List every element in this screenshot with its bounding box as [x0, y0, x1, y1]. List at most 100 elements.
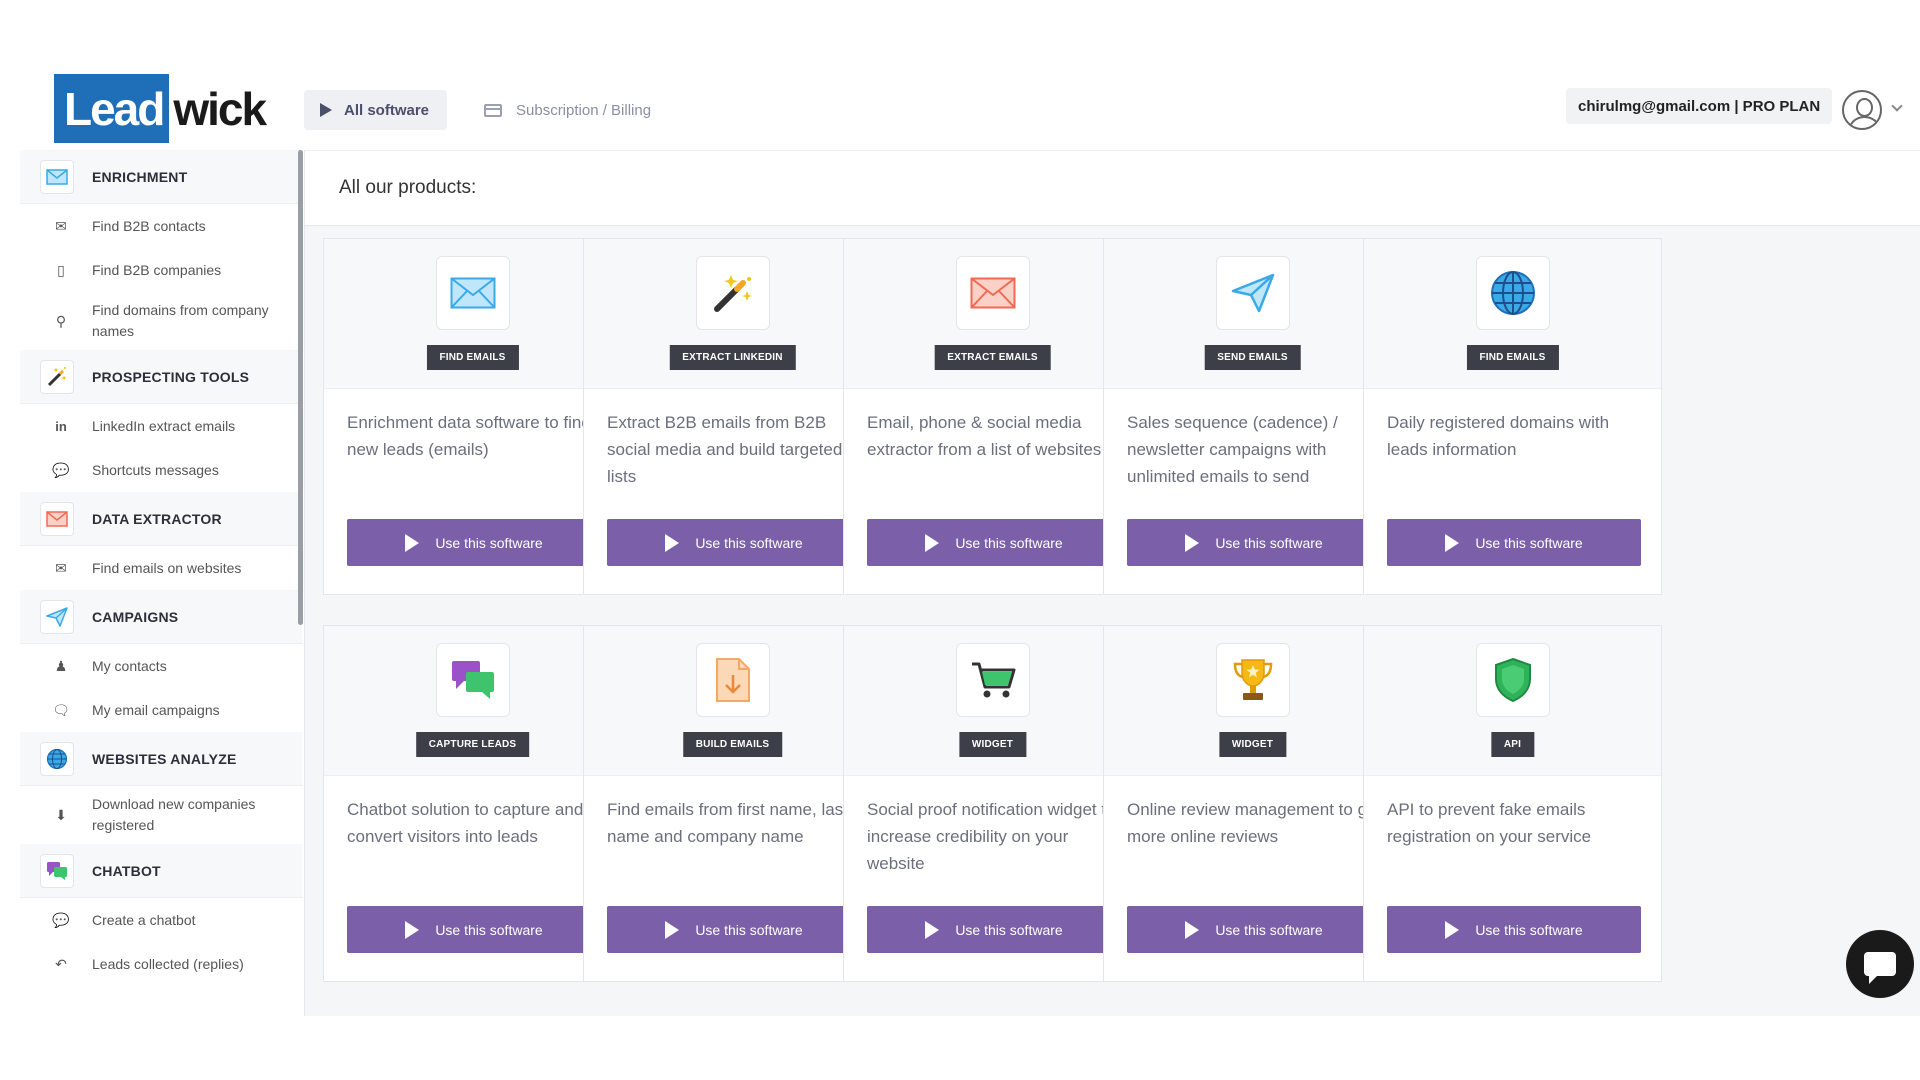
- sidebar-item-find-emails-websites[interactable]: ✉ Find emails on websites: [20, 546, 302, 590]
- sidebar-section-label: PROSPECTING TOOLS: [92, 368, 250, 385]
- logo-lead-text: Lead: [54, 74, 170, 143]
- use-software-label: Use this software: [435, 534, 543, 551]
- document-download-icon: [696, 643, 770, 717]
- envelope-icon: [40, 159, 74, 194]
- use-software-button[interactable]: Use this software: [1387, 519, 1641, 566]
- magic-wand-icon: [696, 256, 770, 330]
- sidebar-item-download-companies[interactable]: ⬇ Download new companies registered: [20, 786, 302, 844]
- use-software-label: Use this software: [955, 534, 1063, 551]
- shield-icon: [1476, 643, 1550, 717]
- product-card: FIND EMAILS Daily registered domains wit…: [1363, 238, 1662, 595]
- building-icon: ▯: [57, 261, 65, 278]
- play-icon: [925, 533, 940, 552]
- product-card: EXTRACT LINKEDIN Extract B2B emails from…: [583, 238, 882, 595]
- product-description: API to prevent fake emails registration …: [1387, 800, 1592, 846]
- use-software-button[interactable]: Use this software: [347, 519, 601, 566]
- product-description: Sales sequence (cadence) / newsletter ca…: [1127, 413, 1338, 486]
- use-software-button[interactable]: Use this software: [867, 906, 1121, 953]
- use-software-label: Use this software: [1215, 921, 1323, 938]
- sidebar-item-label: Leads collected (replies): [92, 955, 244, 972]
- envelope-icon: [436, 256, 510, 330]
- use-software-button[interactable]: Use this software: [867, 519, 1121, 566]
- sidebar-item-label: Find domains from company names: [92, 302, 269, 339]
- sidebar-section-campaigns[interactable]: CAMPAIGNS: [20, 590, 302, 644]
- use-software-button[interactable]: Use this software: [607, 519, 861, 566]
- account-plan-badge[interactable]: chirulmg@gmail.com | PRO PLAN: [1566, 88, 1833, 124]
- sidebar-item-find-b2b-companies[interactable]: ▯ Find B2B companies: [20, 248, 302, 292]
- use-software-label: Use this software: [1475, 534, 1583, 551]
- chevron-down-icon[interactable]: [1891, 100, 1903, 112]
- product-card: BUILD EMAILS Find emails from first name…: [583, 625, 882, 982]
- chat-bubbles-icon: [436, 643, 510, 717]
- sidebar-item-leads-collected[interactable]: ↶ Leads collected (replies): [20, 942, 302, 986]
- use-software-button[interactable]: Use this software: [1127, 906, 1381, 953]
- sidebar-item-label: Find emails on websites: [92, 559, 242, 576]
- sidebar-section-prospecting-tools[interactable]: PROSPECTING TOOLS: [20, 350, 302, 404]
- sidebar-section-label: DATA EXTRACTOR: [92, 510, 222, 527]
- use-software-button[interactable]: Use this software: [607, 906, 861, 953]
- sidebar-section-label: CAMPAIGNS: [92, 608, 179, 625]
- leadwick-logo[interactable]: Lead wick: [54, 74, 270, 143]
- nav-all-software[interactable]: All software: [304, 90, 448, 130]
- product-description: Social proof notification widget to incr…: [867, 800, 1116, 873]
- globe-icon: [1476, 256, 1550, 330]
- sidebar-item-label: Shortcuts messages: [92, 461, 219, 478]
- sidebar-item-label: LinkedIn extract emails: [92, 417, 236, 434]
- live-chat-button[interactable]: [1846, 930, 1914, 998]
- sidebar-section-data-extractor[interactable]: DATA EXTRACTOR: [20, 492, 302, 546]
- search-icon: ⚲: [55, 312, 67, 329]
- sidebar-item-find-b2b-contacts[interactable]: ✉ Find B2B contacts: [20, 204, 302, 248]
- product-description: Enrichment data software to find new lea…: [347, 413, 591, 459]
- account-label: chirulmg@gmail.com | PRO PLAN: [1578, 97, 1821, 115]
- use-software-label: Use this software: [435, 921, 543, 938]
- top-header: Lead wick All software Subscription / Bi…: [0, 0, 1920, 150]
- play-icon: [405, 533, 420, 552]
- product-description: Extract B2B emails from B2B social media…: [607, 413, 843, 486]
- play-icon: [665, 920, 680, 939]
- page-title: All our products:: [339, 177, 477, 198]
- product-tag: EXTRACT LINKEDIN: [669, 345, 796, 370]
- user-avatar[interactable]: [1842, 90, 1882, 130]
- sidebar-item-label: My email campaigns: [92, 701, 220, 718]
- nav-billing-label: Subscription / Billing: [516, 101, 652, 119]
- comment-icon: 💬: [52, 461, 70, 478]
- nav-all-software-label: All software: [344, 101, 430, 119]
- use-software-button[interactable]: Use this software: [347, 906, 601, 953]
- users-icon: ♟: [54, 657, 68, 674]
- sidebar-item-label: Download new companies registered: [92, 796, 256, 833]
- product-tag: CAPTURE LEADS: [415, 732, 530, 757]
- main-content: All our products: FIND EMAILS Enrichment…: [304, 150, 1920, 1016]
- sidebar-item-find-domains[interactable]: ⚲ Find domains from company names: [20, 292, 302, 350]
- product-card: CAPTURE LEADS Chatbot solution to captur…: [323, 625, 622, 982]
- product-card: FIND EMAILS Enrichment data software to …: [323, 238, 622, 595]
- sidebar-item-linkedin-extract[interactable]: in LinkedIn extract emails: [20, 404, 302, 448]
- sidebar-scrollbar[interactable]: [298, 150, 303, 625]
- product-description: Find emails from first name, last name a…: [607, 800, 848, 846]
- play-icon: [925, 920, 940, 939]
- paper-plane-icon: [1216, 256, 1290, 330]
- sidebar-item-my-contacts[interactable]: ♟ My contacts: [20, 644, 302, 688]
- reply-icon: ↶: [55, 955, 67, 972]
- comment-icon: 💬: [52, 911, 70, 928]
- use-software-label: Use this software: [1475, 921, 1583, 938]
- comments-icon: 🗨: [52, 701, 70, 718]
- sidebar-item-label: Find B2B contacts: [92, 217, 206, 234]
- globe-icon: [40, 741, 74, 776]
- sidebar-item-shortcuts-messages[interactable]: 💬 Shortcuts messages: [20, 448, 302, 492]
- nav-subscription-billing[interactable]: Subscription / Billing: [484, 90, 651, 130]
- sidebar-section-chatbot[interactable]: CHATBOT: [20, 844, 302, 898]
- shopping-cart-icon: [956, 643, 1030, 717]
- product-tag: SEND EMAILS: [1204, 345, 1301, 370]
- play-icon: [320, 103, 332, 117]
- sidebar-section-enrichment[interactable]: ENRICHMENT: [20, 150, 302, 204]
- play-icon: [405, 920, 420, 939]
- paper-plane-icon: [40, 599, 74, 634]
- play-icon: [1185, 533, 1200, 552]
- sidebar-item-create-chatbot[interactable]: 💬 Create a chatbot: [20, 898, 302, 942]
- sidebar-section-websites-analyze[interactable]: WEBSITES ANALYZE: [20, 732, 302, 786]
- sidebar-item-my-email-campaigns[interactable]: 🗨 My email campaigns: [20, 688, 302, 732]
- use-software-button[interactable]: Use this software: [1387, 906, 1641, 953]
- product-tag: EXTRACT EMAILS: [934, 345, 1051, 370]
- magic-wand-icon: [40, 359, 74, 394]
- use-software-button[interactable]: Use this software: [1127, 519, 1381, 566]
